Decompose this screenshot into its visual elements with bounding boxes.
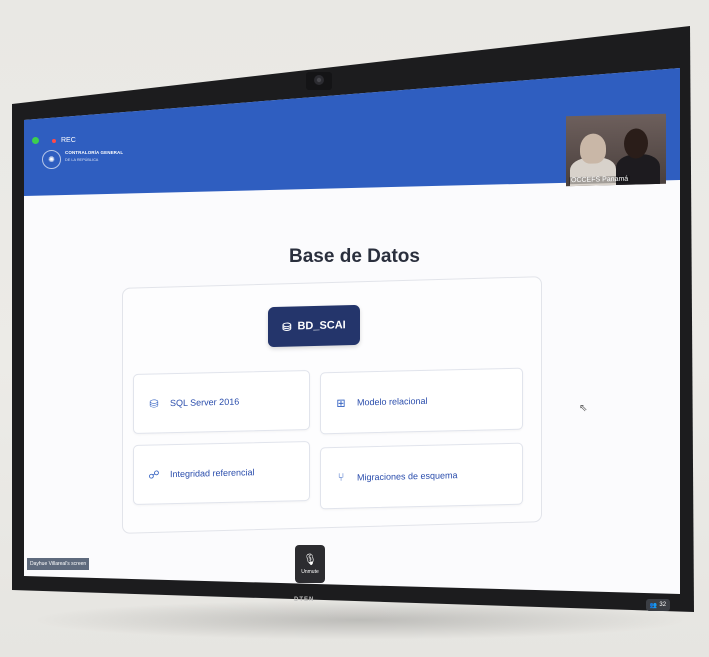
org-subtitle: DE LA REPÚBLICA — [65, 158, 99, 162]
participant-figure — [580, 133, 606, 164]
database-button[interactable]: ⛁ BD_SCAI — [268, 304, 360, 348]
recording-indicator: REC — [32, 137, 76, 144]
feature-label: Modelo relacional — [357, 395, 428, 408]
feature-label: Migraciones de esquema — [357, 470, 458, 483]
feature-label: Integridad referencial — [170, 467, 255, 480]
feature-sql-server[interactable]: ⛁ SQL Server 2016 — [133, 369, 310, 435]
git-branch-icon: ⑂ — [337, 471, 345, 484]
org-seal-icon: ✺ — [42, 150, 61, 169]
database-icon: ⛁ — [149, 397, 159, 411]
participant-video-tile[interactable]: OCCEFS Panamá — [566, 113, 666, 187]
database-button-label: BD_SCAI — [297, 319, 346, 333]
recording-dot — [52, 138, 56, 143]
screen-share-label: Dayhue Villareal's screen — [30, 561, 87, 567]
rec-label: REC — [61, 137, 76, 144]
microphone-muted-icon: 🎙 — [303, 554, 317, 566]
slide-title: Base de Datos — [289, 246, 420, 267]
participants-count: 32 — [659, 602, 667, 608]
link-icon: ☍ — [148, 468, 160, 482]
unmute-label: Unmute — [301, 569, 319, 575]
table-icon: ⊞ — [336, 397, 346, 410]
database-icon: ⛁ — [282, 321, 292, 334]
status-green-dot — [32, 137, 39, 144]
mouse-cursor-icon: ⇖ — [579, 403, 588, 414]
screen-share-indicator[interactable]: Dayhue Villareal's screen — [27, 558, 89, 570]
org-name: CONTRALORÍA GENERAL — [65, 150, 124, 155]
tv-brand-logo: DTEN — [294, 597, 315, 603]
unmute-button[interactable]: 🎙 Unmute — [295, 545, 325, 583]
feature-integridad-referencial[interactable]: ☍ Integridad referencial — [133, 440, 310, 506]
feature-modelo-relacional[interactable]: ⊞ Modelo relacional — [320, 367, 523, 435]
feature-label: SQL Server 2016 — [170, 396, 240, 409]
people-icon: 👥 — [649, 602, 658, 609]
feature-migraciones-esquema[interactable]: ⑂ Migraciones de esquema — [320, 442, 523, 510]
participants-button[interactable]: 👥 32 — [646, 599, 670, 611]
